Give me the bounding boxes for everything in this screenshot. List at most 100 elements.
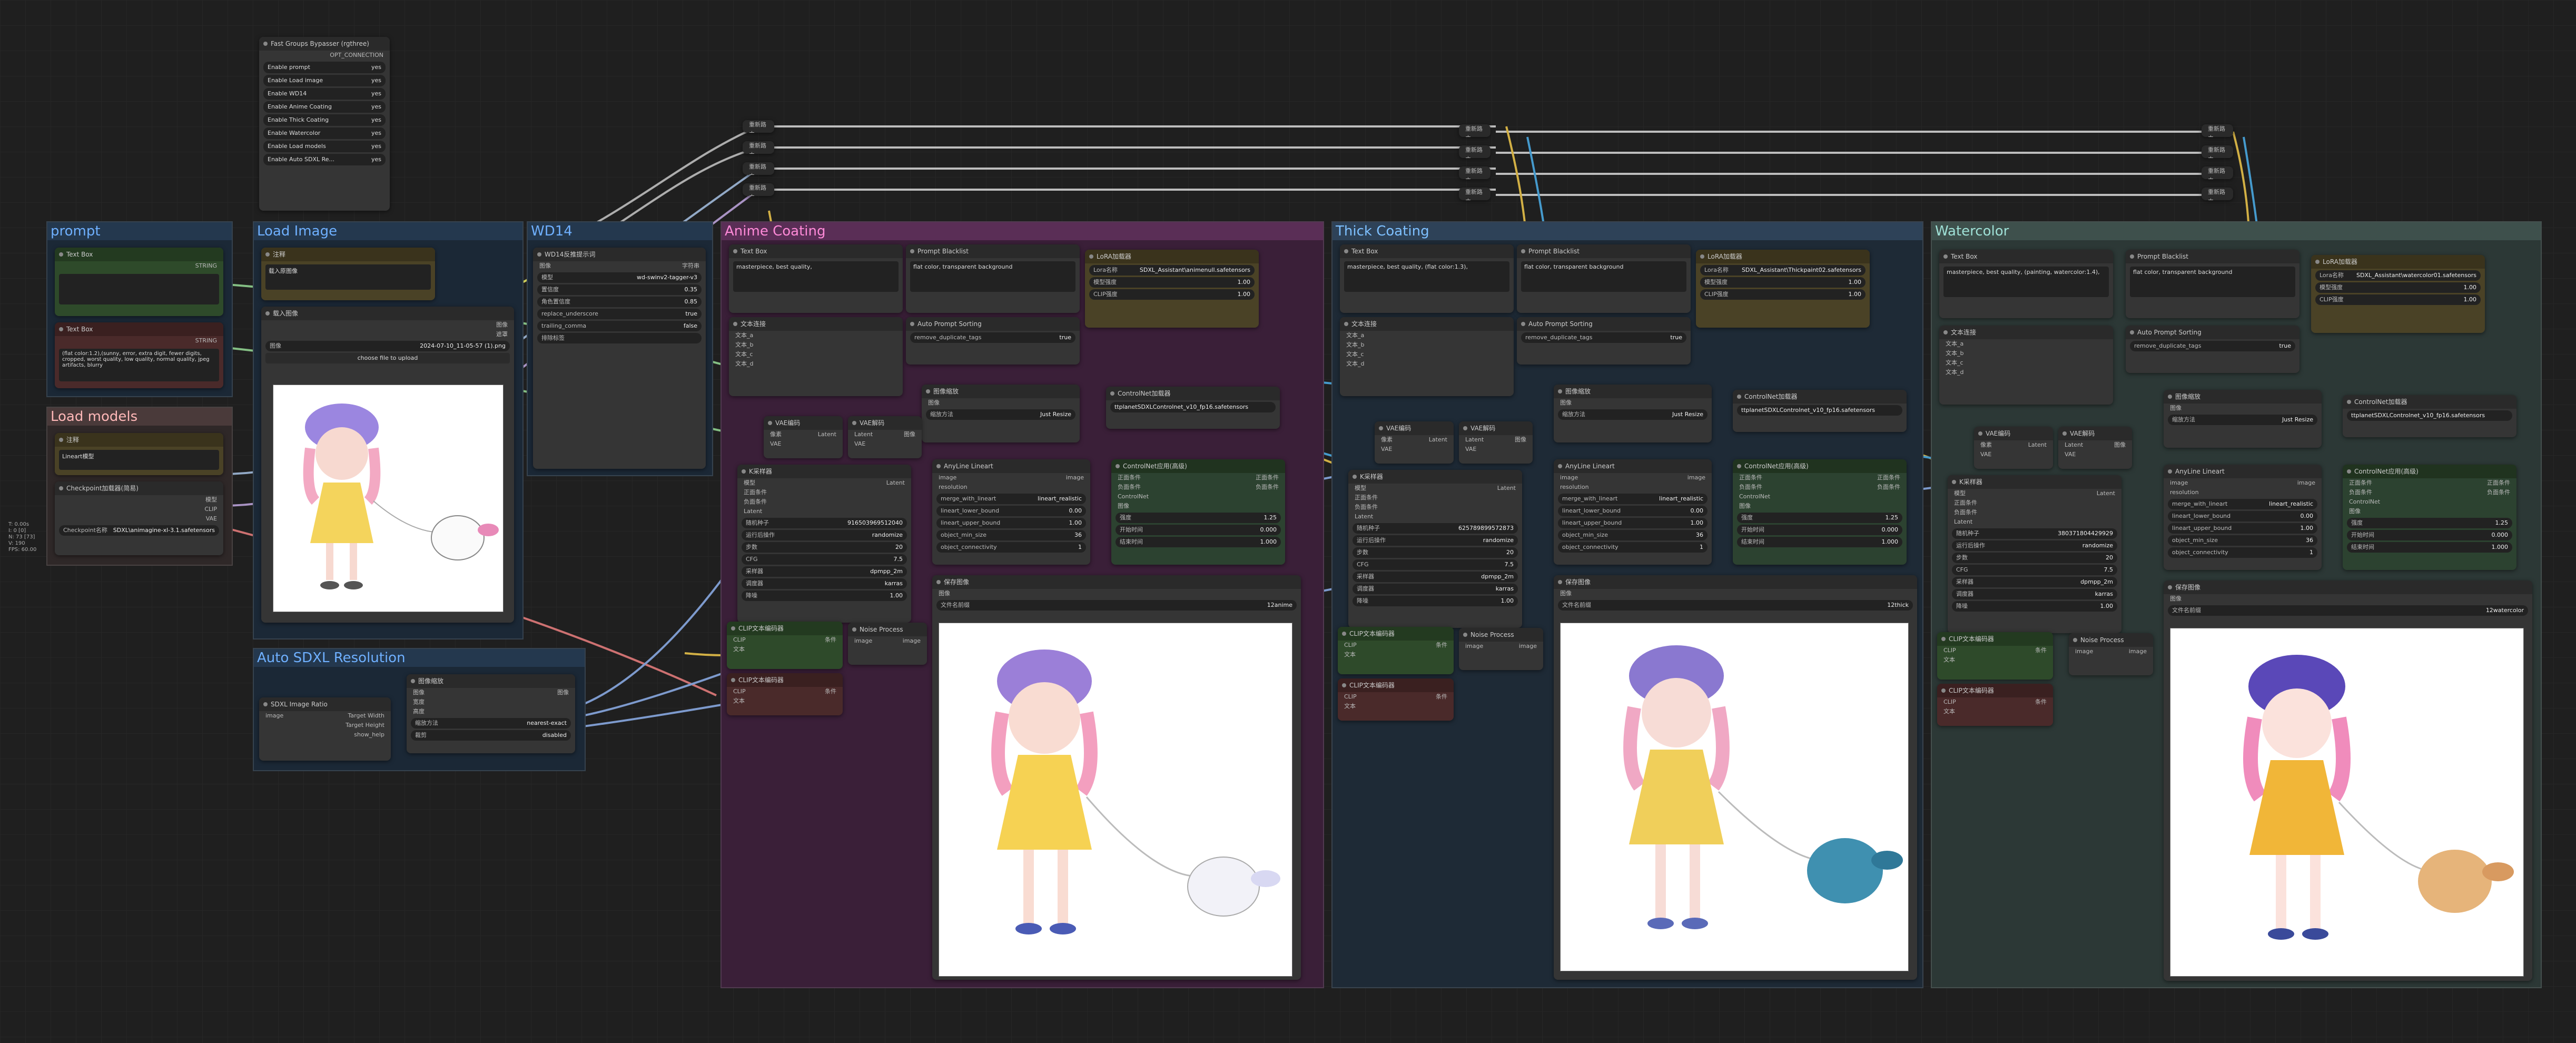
input-width[interactable]: 宽度 bbox=[413, 697, 425, 707]
text-box-node[interactable]: Text Box masterpiece, best quality, bbox=[729, 244, 903, 313]
input-image[interactable]: 图像 bbox=[413, 688, 425, 697]
image-select[interactable]: 图像 2024-07-10_11-05-57 (1).png bbox=[265, 341, 510, 351]
node-title[interactable]: Prompt Blacklist bbox=[2126, 250, 2299, 263]
vae-encode-node[interactable]: VAE编码 像素 Latent VAE bbox=[764, 416, 843, 458]
node-title[interactable]: 保存图像 bbox=[1554, 575, 1917, 589]
cfg-input[interactable]: CFG 7.5 bbox=[1353, 559, 1518, 570]
text-box-node[interactable]: Text Box masterpiece, best quality, (fla… bbox=[1340, 244, 1514, 313]
node-title[interactable]: Checkpoint加载器(简易) bbox=[55, 481, 223, 495]
sorting-mode[interactable]: remove_duplicate_tags true bbox=[1521, 332, 1686, 343]
node-title[interactable]: 图像缩放 bbox=[1554, 385, 1712, 398]
resize-method[interactable]: 缩放方法 Just Resize bbox=[1558, 409, 1708, 420]
controlnet-loader-node[interactable]: ControlNet加载器 ttplanetSDXLControlnet_v10… bbox=[2343, 395, 2516, 437]
node-title[interactable]: Text Box bbox=[729, 244, 903, 258]
controlnet-apply-node[interactable]: ControlNet应用(高级) 正面条件 正面条件 负面条件 负面条件 Control… bbox=[2343, 465, 2516, 570]
cfg-input[interactable]: CFG 7.5 bbox=[742, 554, 907, 565]
sampler-select[interactable]: 采样器 dpmpp_2m bbox=[1952, 577, 2117, 587]
checkpoint-loader-node[interactable]: Checkpoint加载器(简易) 模型 CLIP VAE Checkpoint… bbox=[55, 481, 223, 555]
lora-clip-strength[interactable]: CLIP强度 1.00 bbox=[2315, 294, 2481, 305]
ksampler-node[interactable]: K采样器 模型 Latent 正面条件 负面条件 Latent 随机种子 38037180… bbox=[1948, 475, 2121, 633]
save-image-node[interactable]: 保存图像 图像 文件名前缀 12anime bbox=[932, 575, 1301, 980]
node-title[interactable]: Prompt Blacklist bbox=[1517, 244, 1691, 258]
auto-prompt-sorting-node[interactable]: Auto Prompt Sorting remove_duplicate_tag… bbox=[2126, 326, 2299, 373]
reroute-node[interactable]: 重新路由 bbox=[2202, 166, 2233, 179]
resize-method[interactable]: 缩放方法 Just Resize bbox=[2168, 415, 2317, 425]
toggle-state[interactable]: yes bbox=[371, 141, 381, 152]
positive-prompt-input[interactable]: masterpiece, best quality, (painting, wa… bbox=[1943, 267, 2109, 297]
filename-prefix[interactable]: 文件名前缀 12thick bbox=[1558, 600, 1913, 611]
toggle-state[interactable]: yes bbox=[371, 62, 381, 73]
sorting-mode[interactable]: remove_duplicate_tags true bbox=[910, 332, 1075, 343]
node-title[interactable]: LoRA加载器 bbox=[2311, 255, 2485, 269]
control-after-generate[interactable]: 运行后操作 randomize bbox=[1952, 540, 2117, 551]
sampler-select[interactable]: 采样器 dpmpp_2m bbox=[742, 566, 907, 577]
anyline-lineart-node[interactable]: AnyLine Lineart image image resolution mer… bbox=[2164, 465, 2322, 570]
reroute-node[interactable]: 重新路由 bbox=[743, 162, 774, 175]
group-title[interactable]: Load models bbox=[47, 408, 232, 426]
object-min-size[interactable]: object_min_size 36 bbox=[2168, 535, 2317, 546]
clip-text-encode-positive-node[interactable]: CLIP文本编码器 CLIP 条件 文本 bbox=[1937, 632, 2053, 680]
toggle-state[interactable]: yes bbox=[371, 154, 381, 165]
crop-select[interactable]: 裁剪 disabled bbox=[411, 730, 571, 741]
merge-with-lineart[interactable]: merge_with_lineart lineart_realistic bbox=[2168, 499, 2317, 509]
bypass-toggle-wd14[interactable]: Enable WD14 yes bbox=[263, 88, 386, 100]
node-title[interactable]: 图像缩放 bbox=[407, 674, 575, 688]
node-title[interactable]: SDXL Image Ratio bbox=[259, 697, 391, 711]
lineart-upper-bound[interactable]: lineart_upper_bound 1.00 bbox=[2168, 523, 2317, 534]
text-concat-node[interactable]: 文本连接 文本_a 文本_b 文本_c 文本_d bbox=[1939, 326, 2113, 405]
node-title[interactable]: Text Box bbox=[55, 322, 223, 336]
load-image-node[interactable]: 载入图像 图像 遮罩 图像 2024-07-10_11-05-57 (1).png… bbox=[261, 307, 514, 623]
clip-text-encode-negative-node[interactable]: CLIP文本编码器 CLIP 条件 文本 bbox=[1937, 684, 2053, 726]
group-thick-coating[interactable]: Thick Coating Text Box masterpiece, best… bbox=[1331, 221, 1923, 988]
reroute-node[interactable]: 重新路由 bbox=[1459, 188, 1491, 200]
seed-input[interactable]: 随机种子 916503969512040 bbox=[742, 518, 907, 528]
reroute-node[interactable]: 重新路由 bbox=[2202, 188, 2233, 200]
node-title[interactable]: K采样器 bbox=[1948, 475, 2121, 489]
lineart-lower-bound[interactable]: lineart_lower_bound 0.00 bbox=[2168, 511, 2317, 522]
group-load-models[interactable]: Load models 注释 Lineart模型 Checkpoint加载器(简… bbox=[46, 407, 233, 566]
lora-name-select[interactable]: Lora名称 SDXL_Assistant\watercolor01.safete… bbox=[2315, 270, 2481, 281]
image-resize-node[interactable]: 图像缩放 图像 缩放方法 Just Resize bbox=[922, 385, 1080, 442]
text-concat-node[interactable]: 文本连接 文本_a 文本_b 文本_c 文本_d bbox=[729, 317, 903, 396]
reroute-node[interactable]: 重新路由 bbox=[743, 141, 774, 154]
steps-input[interactable]: 步数 20 bbox=[1952, 553, 2117, 563]
seed-input[interactable]: 随机种子 380371804429929 bbox=[1952, 528, 2117, 539]
positive-prompt-input[interactable]: masterpiece, best quality, bbox=[733, 261, 899, 292]
group-watercolor[interactable]: Watercolor Text Box masterpiece, best qu… bbox=[1931, 221, 2542, 988]
prompt-blacklist-node[interactable]: Prompt Blacklist flat color, transparent… bbox=[2126, 250, 2299, 318]
save-image-node[interactable]: 保存图像 图像 文件名前缀 12watercolor bbox=[2164, 580, 2532, 981]
node-title[interactable]: CLIP文本编码器 bbox=[727, 622, 843, 635]
anyline-lineart-node[interactable]: AnyLine Lineart image image resolution mer… bbox=[1554, 459, 1712, 565]
lora-model-strength[interactable]: 模型强度 1.00 bbox=[1700, 277, 1866, 288]
text-box-node[interactable]: Text Box masterpiece, best quality, (pai… bbox=[1939, 250, 2113, 318]
node-title[interactable]: 载入图像 bbox=[261, 307, 514, 320]
node-title[interactable]: Noise Process bbox=[1459, 628, 1543, 642]
denoise-input[interactable]: 降噪 1.00 bbox=[742, 591, 907, 601]
vae-decode-node[interactable]: VAE解码 Latent 图像 VAE bbox=[848, 416, 922, 458]
node-title[interactable]: K采样器 bbox=[1348, 470, 1522, 484]
ckpt-name-select[interactable]: Checkpoint名称 SDXL\animagine-xl-3.1.safete… bbox=[59, 525, 219, 536]
controlnet-strength[interactable]: 强度 1.25 bbox=[1737, 513, 1902, 523]
lora-loader-node[interactable]: LoRA加载器 Lora名称 SDXL_Assistant\watercolor0… bbox=[2311, 255, 2485, 333]
reroute-node[interactable]: 重新路由 bbox=[743, 183, 774, 196]
merge-with-lineart[interactable]: merge_with_lineart lineart_realistic bbox=[936, 494, 1086, 504]
node-title[interactable]: Auto Prompt Sorting bbox=[906, 317, 1080, 331]
scheduler-select[interactable]: 调度器 karras bbox=[1952, 589, 2117, 599]
wd14-exclude-tags[interactable]: 排除标签 bbox=[537, 333, 702, 343]
node-title[interactable]: ControlNet应用(高级) bbox=[1733, 459, 1907, 473]
upscale-method-select[interactable]: 缩放方法 nearest-exact bbox=[411, 718, 571, 729]
controlnet-apply-node[interactable]: ControlNet应用(高级) 正面条件 正面条件 负面条件 负面条件 Control… bbox=[1111, 459, 1285, 565]
object-min-size[interactable]: object_min_size 36 bbox=[1558, 530, 1708, 540]
node-title[interactable]: ControlNet加载器 bbox=[2343, 395, 2516, 409]
lora-clip-strength[interactable]: CLIP强度 1.00 bbox=[1089, 289, 1255, 300]
noise-process-node[interactable]: Noise Process image image bbox=[2069, 633, 2153, 675]
node-title[interactable]: CLIP文本编码器 bbox=[1338, 678, 1454, 692]
node-title[interactable]: 图像缩放 bbox=[2164, 390, 2322, 404]
controlnet-name-select[interactable]: ttplanetSDXLControlnet_v10_fp16.safetens… bbox=[1110, 402, 1276, 412]
lora-loader-node[interactable]: LoRA加载器 Lora名称 SDXL_Assistant\Thickpaint0… bbox=[1696, 250, 1870, 328]
node-title[interactable]: Auto Prompt Sorting bbox=[1517, 317, 1691, 331]
output-show-help[interactable]: show_help bbox=[354, 730, 384, 740]
node-title[interactable]: Text Box bbox=[55, 248, 223, 261]
node-title[interactable]: 保存图像 bbox=[932, 575, 1301, 589]
controlnet-end[interactable]: 结束时间 1.000 bbox=[1116, 537, 1281, 547]
